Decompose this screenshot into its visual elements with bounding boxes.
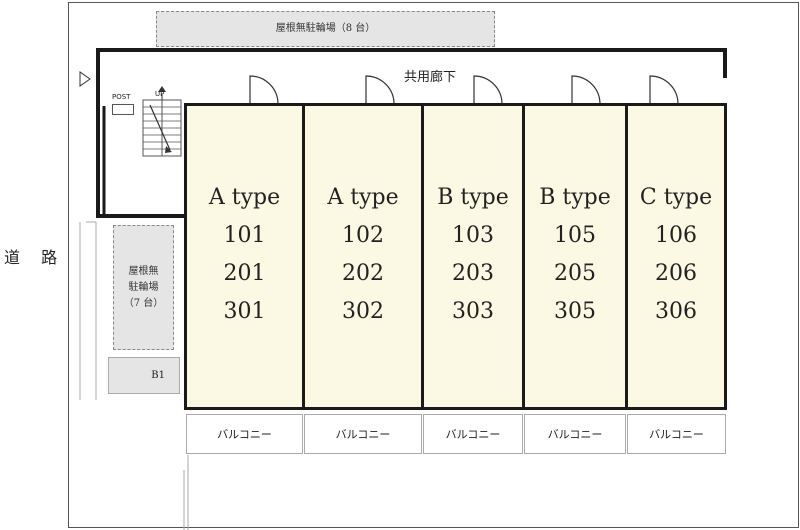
storage-b1: B1 [108,357,180,394]
balcony: バルコニー [524,414,626,454]
entrance-triangle-icon [79,71,91,87]
unit-b-103: B type 103 203 303 [421,103,525,410]
post-label: POST [112,93,131,101]
room-number: 101 [223,223,266,248]
unit-c-106: C type 106 206 306 [625,103,727,410]
unit-type-label: B type [437,185,509,210]
road-label: 道 路 [4,248,66,267]
room-number: 301 [223,299,266,324]
unit-b-105: B type 105 205 305 [522,103,628,410]
unit-type-label: B type [539,185,611,210]
room-number: 205 [554,261,596,286]
balcony: バルコニー [627,414,726,454]
room-number: 306 [655,299,697,324]
room-number: 203 [452,261,494,286]
unit-type-label: C type [639,185,713,210]
unit-a-101: A type 101 201 301 [184,103,305,410]
balcony: バルコニー [423,414,523,454]
parking-left-line: 駐輪場 [128,281,159,293]
room-number: 206 [655,261,697,286]
balcony: バルコニー [186,414,303,454]
unit-type-label: A type [208,185,281,210]
room-number: 302 [342,299,384,324]
parking-left-line: （7 台） [123,297,164,309]
balcony: バルコニー [304,414,422,454]
room-number: 102 [342,223,384,248]
bicycle-parking-left: 屋根無 駐輪場 （7 台） [113,225,174,350]
stair-up-label: UP [155,90,165,98]
unit-a-102: A type 102 202 302 [302,103,424,410]
room-number: 103 [452,223,494,248]
room-number: 202 [342,261,384,286]
room-number: 201 [223,261,266,286]
mailbox [112,104,134,115]
corridor-label: 共用廊下 [403,70,456,85]
room-number: 106 [655,223,697,248]
unit-type-label: A type [327,185,399,210]
room-number: 105 [554,223,596,248]
room-number: 303 [452,299,494,324]
parking-left-line: 屋根無 [128,265,159,277]
room-number: 305 [554,299,596,324]
